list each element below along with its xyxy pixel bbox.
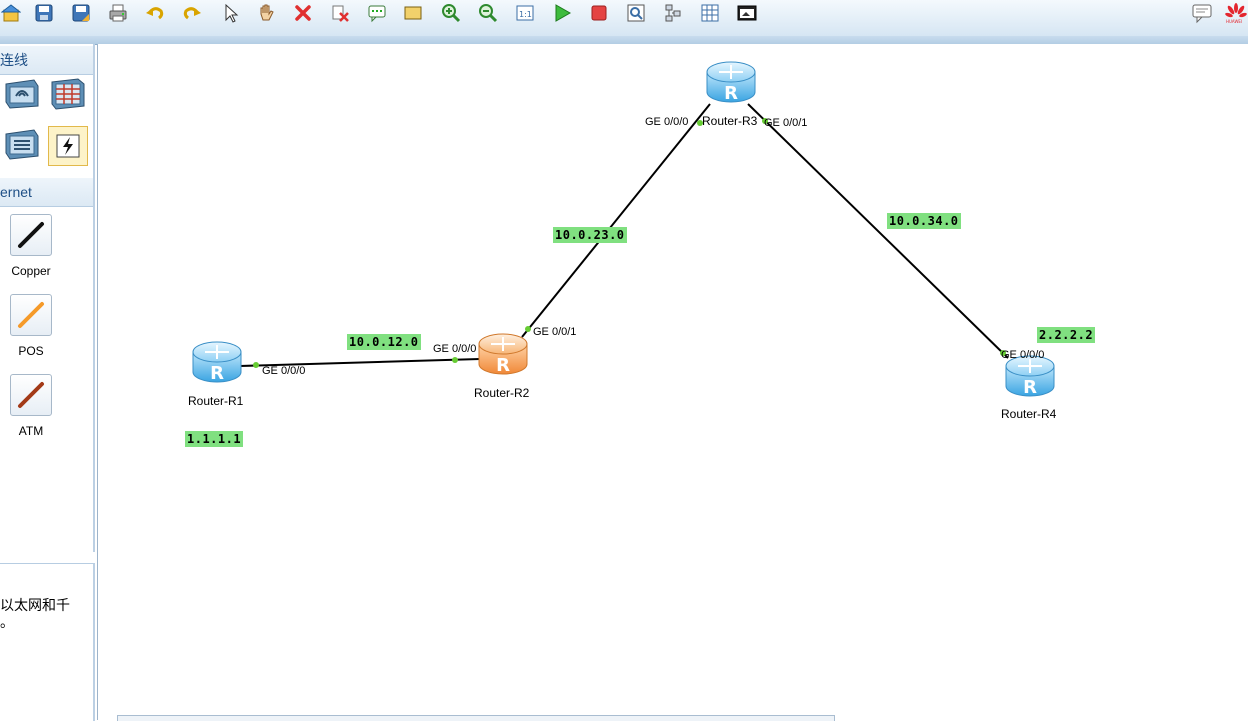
topology-icon[interactable] [662, 2, 684, 24]
huawei-logo-icon: HUAWEI [1224, 0, 1248, 26]
print-icon[interactable] [107, 2, 129, 24]
router-r3-label: Router-R3 [702, 114, 758, 128]
pointer-icon[interactable] [219, 2, 241, 24]
description-panel: 以太网和千 。 [0, 563, 95, 721]
zoom-out-icon[interactable] [477, 2, 499, 24]
rectangle-icon[interactable] [402, 2, 424, 24]
capture-icon[interactable] [625, 2, 647, 24]
pos-cable-icon[interactable] [10, 294, 52, 336]
router-r3-icon[interactable]: R [705, 60, 757, 106]
network-label-10-0-23-0[interactable]: 10.0.23.0 [553, 227, 627, 243]
svg-text:R: R [496, 355, 510, 376]
port-dot-r3-ge000[interactable] [697, 120, 703, 126]
zoom-in-icon[interactable] [440, 2, 462, 24]
device-panel: 连线 ernet Copper POS ATM [0, 44, 95, 552]
router-r4-label: Router-R4 [1001, 407, 1057, 421]
ethernet-section-header[interactable]: ernet [0, 178, 93, 207]
switch-device-icon[interactable] [4, 128, 40, 160]
svg-text:R: R [1023, 377, 1037, 398]
router-r2-icon[interactable]: R [477, 332, 529, 378]
port-dot-r1-ge000[interactable] [253, 362, 259, 368]
connection-section-header[interactable]: 连线 [0, 46, 93, 75]
redo-icon[interactable] [181, 2, 203, 24]
copper-cable-label: Copper [11, 264, 51, 278]
svg-text:R: R [210, 363, 224, 384]
loopback-label-r1[interactable]: 1.1.1.1 [185, 431, 244, 447]
port-label-r2-ge000: GE 0/0/0 [433, 343, 477, 355]
terminal-icon[interactable] [736, 2, 758, 24]
network-label-10-0-12-0[interactable]: 10.0.12.0 [347, 334, 421, 350]
port-label-r3-ge001: GE 0/0/1 [764, 117, 808, 129]
description-text: 以太网和千 。 [0, 597, 92, 631]
atm-cable-icon[interactable] [10, 374, 52, 416]
grid-icon[interactable] [699, 2, 721, 24]
chat-icon[interactable] [1189, 0, 1215, 26]
pos-cable-label: POS [18, 344, 44, 358]
horizontal-scrollbar[interactable] [117, 715, 835, 721]
router-r1-icon[interactable]: R [191, 340, 243, 386]
wireless-device-icon[interactable] [4, 78, 40, 110]
home-icon[interactable] [0, 2, 22, 24]
port-label-r2-ge001: GE 0/0/1 [533, 326, 577, 338]
port-dot-r2-ge001[interactable] [525, 326, 531, 332]
save-as-icon[interactable] [70, 2, 92, 24]
delete-icon[interactable] [292, 2, 314, 24]
description-line-1: 以太网和千 [0, 597, 70, 613]
firewall-device-icon[interactable] [50, 78, 86, 110]
port-label-r1-ge000: GE 0/0/0 [262, 365, 306, 377]
fit-icon[interactable]: 1:1 [514, 2, 536, 24]
undo-icon[interactable] [144, 2, 166, 24]
start-icon[interactable] [551, 2, 573, 24]
port-label-r3-ge000: GE 0/0/0 [645, 116, 689, 128]
svg-text:R: R [724, 83, 738, 104]
save-icon[interactable] [33, 2, 55, 24]
port-dot-r2-ge000[interactable] [452, 357, 458, 363]
topology-canvas[interactable] [97, 44, 1248, 720]
svg-text:1:1: 1:1 [519, 10, 532, 19]
text-icon[interactable] [366, 2, 388, 24]
description-line-2: 。 [0, 614, 14, 630]
auto-cable-icon[interactable] [48, 126, 88, 166]
main-toolbar: 1:1 HUAWEI [0, 0, 1248, 37]
copper-cable-icon[interactable] [10, 214, 52, 256]
router-r1-label: Router-R1 [188, 394, 244, 408]
clear-icon[interactable] [329, 2, 351, 24]
loopback-label-r4[interactable]: 2.2.2.2 [1037, 327, 1096, 343]
network-label-10-0-34-0[interactable]: 10.0.34.0 [887, 213, 961, 229]
port-label-r4-ge000: GE 0/0/0 [1001, 349, 1045, 361]
svg-text:HUAWEI: HUAWEI [1226, 19, 1242, 24]
atm-cable-label: ATM [18, 424, 44, 438]
router-r2-label: Router-R2 [474, 386, 530, 400]
stop-icon[interactable] [588, 2, 610, 24]
hand-icon[interactable] [255, 2, 277, 24]
